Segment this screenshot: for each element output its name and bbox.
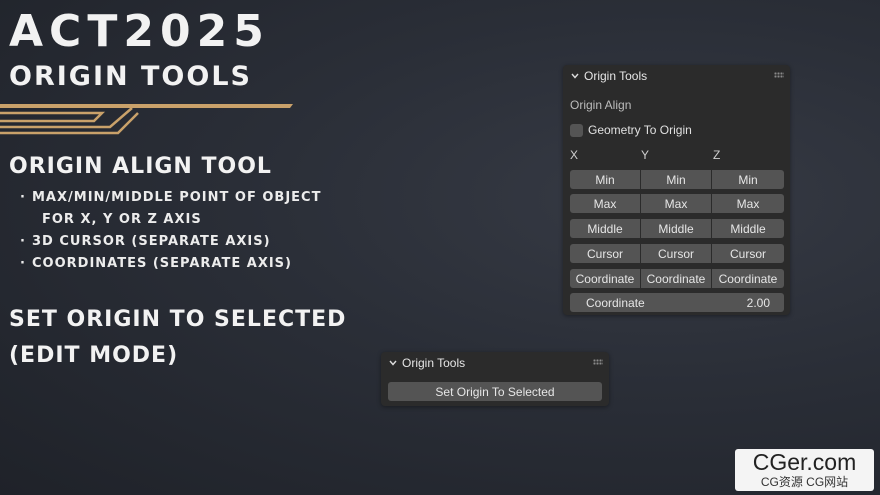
axis-label-x: X <box>570 148 579 162</box>
feature-bullet: · COORDINATES (SEPARATE AXIS) <box>20 256 292 271</box>
min-y-button[interactable]: Min <box>641 170 711 189</box>
min-button-row: Min Min Min <box>570 170 784 189</box>
feature-bullet-list: · MAX/MIN/MIDDLE POINT OF OBJECT FOR X, Y… <box>20 187 321 275</box>
cursor-z-button[interactable]: Cursor <box>712 244 784 263</box>
feature-bullet: · 3D CURSOR (SEPARATE AXIS) <box>20 234 271 249</box>
cursor-y-button[interactable]: Cursor <box>641 244 711 263</box>
gold-line-decoration <box>0 104 293 135</box>
section-edit-mode-title: (EDIT MODE) <box>9 343 179 368</box>
section-origin-align-title: ORIGIN ALIGN TOOL <box>9 154 272 179</box>
coordinate-button-row: Coordinate Coordinate Coordinate <box>570 269 784 288</box>
coordinate-x-button[interactable]: Coordinate <box>570 269 640 288</box>
drag-grip-icon[interactable] <box>593 359 603 365</box>
drag-grip-icon[interactable] <box>774 72 784 78</box>
middle-y-button[interactable]: Middle <box>641 219 711 238</box>
origin-tools-edit-panel-header[interactable]: Origin Tools <box>381 352 609 374</box>
checkbox-label: Geometry To Origin <box>588 123 692 137</box>
site-watermark: CGer.com CG资源 CG网站 <box>735 449 874 491</box>
coordinate-field-label: Coordinate <box>586 295 645 310</box>
middle-x-button[interactable]: Middle <box>570 219 640 238</box>
coordinate-field-value: 2.00 <box>746 295 770 310</box>
axis-label-y: Y <box>641 148 650 162</box>
max-x-button[interactable]: Max <box>570 194 640 213</box>
origin-tools-panel-header[interactable]: Origin Tools <box>563 65 790 87</box>
chevron-down-icon[interactable] <box>570 71 580 81</box>
panel-title: Origin Tools <box>584 69 648 83</box>
coordinate-z-button[interactable]: Coordinate <box>712 269 784 288</box>
banner-title: ACT2025 <box>9 6 270 57</box>
origin-tools-panel: Origin Tools Origin Align Geometry To Or… <box>563 65 790 315</box>
middle-z-button[interactable]: Middle <box>712 219 784 238</box>
section-set-origin-title: SET ORIGIN TO SELECTED <box>9 307 347 332</box>
coordinate-y-button[interactable]: Coordinate <box>641 269 711 288</box>
set-origin-to-selected-button[interactable]: Set Origin To Selected <box>388 382 602 401</box>
cursor-button-row: Cursor Cursor Cursor <box>570 244 784 263</box>
middle-button-row: Middle Middle Middle <box>570 219 784 238</box>
set-origin-button-row: Set Origin To Selected <box>388 382 602 401</box>
coordinate-value-field[interactable]: Coordinate 2.00 <box>570 293 784 312</box>
max-button-row: Max Max Max <box>570 194 784 213</box>
geometry-to-origin-checkbox[interactable] <box>570 123 583 137</box>
feature-bullet: FOR X, Y OR Z AXIS <box>42 212 202 227</box>
watermark-tagline: CG资源 CG网站 <box>760 475 849 489</box>
origin-align-label: Origin Align <box>570 98 632 112</box>
origin-tools-edit-panel: Origin Tools Set Origin To Selected <box>381 352 609 406</box>
watermark-domain: CGer.com <box>752 449 857 475</box>
min-z-button[interactable]: Min <box>712 170 784 189</box>
panel-title: Origin Tools <box>402 356 466 370</box>
max-z-button[interactable]: Max <box>712 194 784 213</box>
geometry-to-origin-checkbox-row[interactable]: Geometry To Origin <box>570 123 692 137</box>
banner-subtitle: ORIGIN TOOLS <box>9 61 252 92</box>
chevron-down-icon[interactable] <box>388 358 398 368</box>
feature-bullet: · MAX/MIN/MIDDLE POINT OF OBJECT <box>20 190 322 205</box>
max-y-button[interactable]: Max <box>641 194 711 213</box>
cursor-x-button[interactable]: Cursor <box>570 244 640 263</box>
axis-label-z: Z <box>713 148 721 162</box>
min-x-button[interactable]: Min <box>570 170 640 189</box>
